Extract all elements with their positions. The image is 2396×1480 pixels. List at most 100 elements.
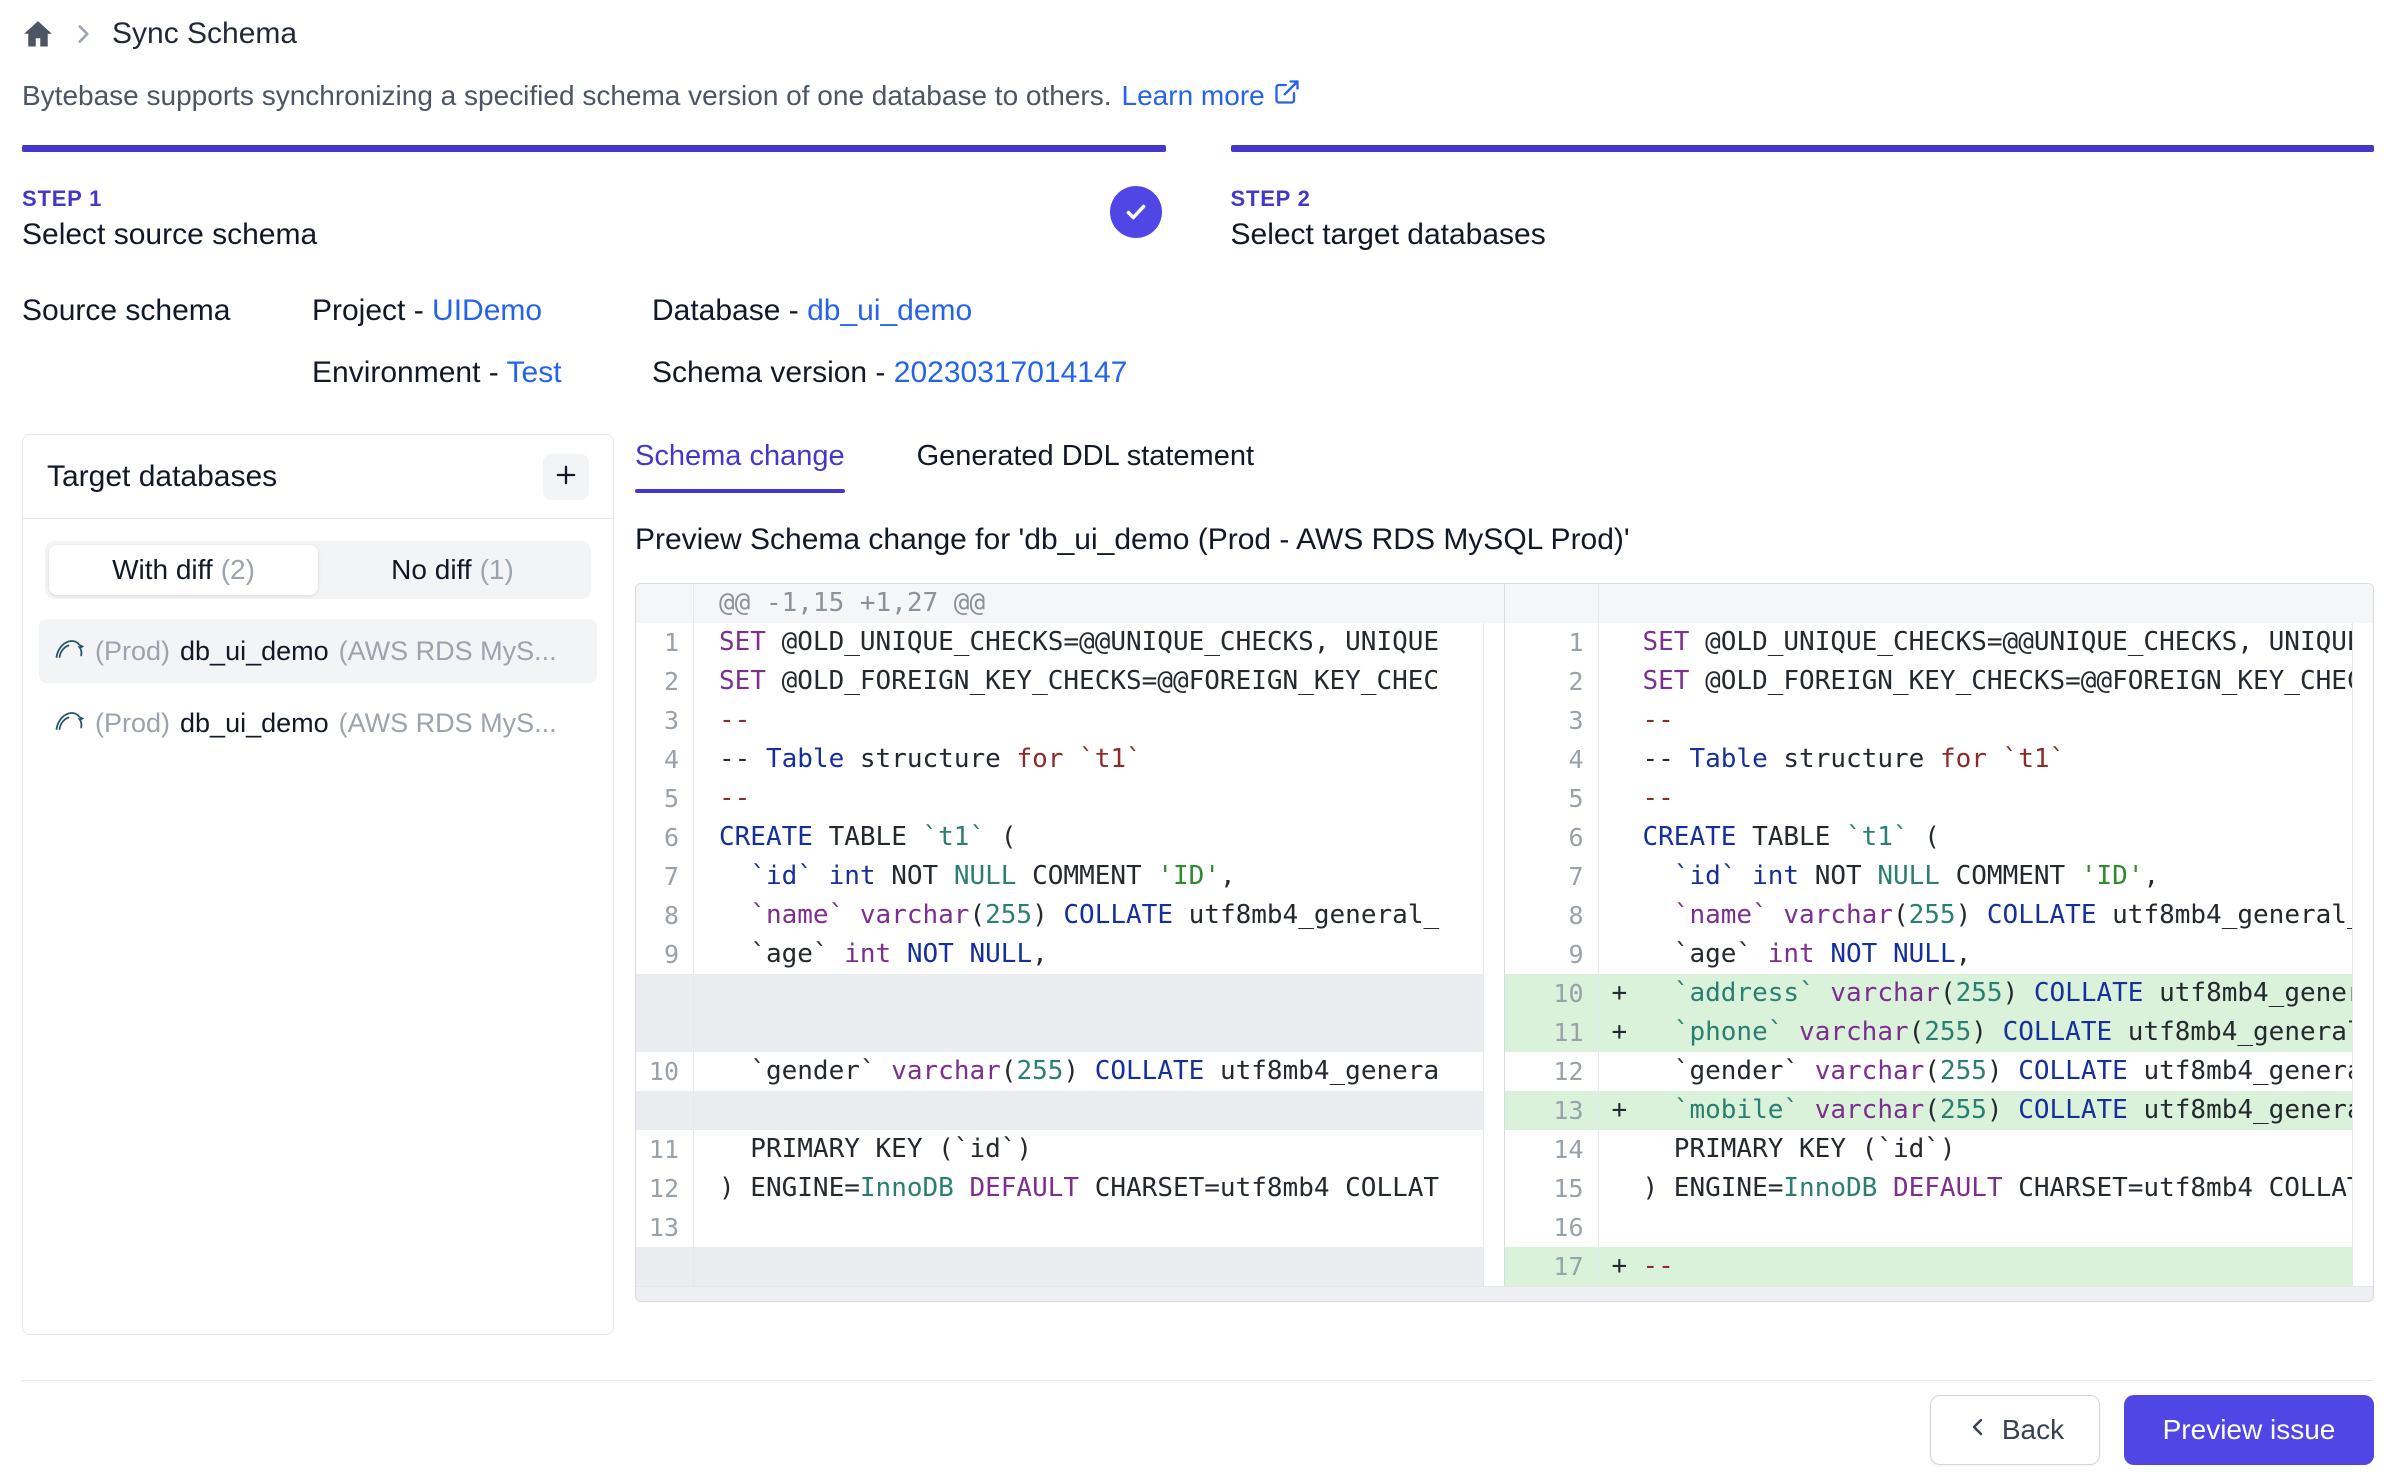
target-database-list: (Prod) db_ui_demo (AWS RDS MyS... (Prod)… — [39, 619, 597, 755]
diff-marker — [694, 1247, 719, 1286]
target-databases-panel: Target databases With diff (2) No diff (… — [22, 434, 614, 1335]
diff-row: 16 — [1505, 1208, 2374, 1247]
diff-row: 7 `id` int NOT NULL COMMENT 'ID', — [636, 857, 1504, 896]
source-schema-link[interactable]: UIDemo — [432, 294, 542, 327]
line-number: 8 — [1505, 896, 1599, 935]
db-instance: (AWS RDS MyS... — [339, 636, 557, 667]
diff-marker — [1599, 1208, 1643, 1247]
back-button[interactable]: Back — [1930, 1395, 2100, 1465]
target-database-item[interactable]: (Prod) db_ui_demo (AWS RDS MyS... — [39, 691, 597, 755]
diff-filler-row — [636, 1247, 1504, 1286]
diff-row: 10 `gender` varchar(255) COLLATE utf8mb4… — [636, 1052, 1504, 1091]
line-number — [636, 974, 694, 1013]
code-line: SET @OLD_FOREIGN_KEY_CHECKS=@@FOREIGN_KE… — [1643, 662, 2374, 701]
line-number: 7 — [636, 857, 694, 896]
diff-marker — [1599, 740, 1643, 779]
line-number: 13 — [1505, 1091, 1599, 1130]
source-schema-link[interactable]: db_ui_demo — [807, 294, 972, 327]
diff-marker — [1599, 662, 1643, 701]
code-line: PRIMARY KEY (`id`) — [1643, 1130, 2374, 1169]
diff-added-row: 17+-- — [1505, 1247, 2374, 1286]
code-line: -- Table structure for `t1` — [1643, 740, 2374, 779]
code-line: @@ -1,15 +1,27 @@ — [719, 584, 1504, 623]
diff-marker — [1599, 623, 1643, 662]
diff-row: 1SET @OLD_UNIQUE_CHECKS=@@UNIQUE_CHECKS,… — [636, 623, 1504, 662]
source-schema-field: Database - db_ui_demo — [652, 294, 2374, 328]
schema-view-tabs: Schema change Generated DDL statement — [635, 434, 2374, 493]
line-number: 10 — [1505, 974, 1599, 1013]
code-line: `id` int NOT NULL COMMENT 'ID', — [1643, 857, 2374, 896]
horizontal-scrollbar[interactable] — [636, 1286, 2373, 1301]
code-line: `gender` varchar(255) COLLATE utf8mb4_ge… — [1643, 1052, 2374, 1091]
preview-issue-button[interactable]: Preview issue — [2124, 1395, 2374, 1465]
diff-marker — [694, 1208, 719, 1247]
diff-marker — [694, 779, 719, 818]
db-name: db_ui_demo — [180, 708, 329, 739]
db-name: db_ui_demo — [180, 636, 329, 667]
plus-icon — [552, 461, 580, 492]
line-number: 3 — [1505, 701, 1599, 740]
tab-generated-ddl[interactable]: Generated DDL statement — [917, 434, 1254, 493]
code-line: `id` int NOT NULL COMMENT 'ID', — [719, 857, 1504, 896]
vertical-scrollbar[interactable] — [2352, 623, 2373, 1286]
preview-title: Preview Schema change for 'db_ui_demo (P… — [635, 523, 2374, 557]
code-line: -- — [1643, 701, 2374, 740]
mysql-icon — [53, 632, 85, 671]
code-line: `name` varchar(255) COLLATE utf8mb4_gene… — [719, 896, 1504, 935]
diff-row: 12) ENGINE=InnoDB DEFAULT CHARSET=utf8mb… — [636, 1169, 1504, 1208]
source-schema-field: Project - UIDemo — [312, 294, 652, 328]
line-number: 7 — [1505, 857, 1599, 896]
tab-no-diff[interactable]: No diff (1) — [318, 545, 587, 595]
line-number: 11 — [636, 1130, 694, 1169]
diff-added-row: 11+ `phone` varchar(255) COLLATE utf8mb4… — [1505, 1013, 2374, 1052]
line-number: 5 — [1505, 779, 1599, 818]
diff-row: 6CREATE TABLE `t1` ( — [636, 818, 1504, 857]
source-schema-link[interactable]: Test — [507, 356, 562, 389]
code-line: `phone` varchar(255) COLLATE utf8mb4_gen… — [1643, 1013, 2374, 1052]
code-line: SET @OLD_UNIQUE_CHECKS=@@UNIQUE_CHECKS, … — [719, 623, 1504, 662]
code-line — [1643, 584, 2374, 623]
code-line: `age` int NOT NULL, — [1643, 935, 2374, 974]
source-schema-field: Environment - Test — [312, 356, 652, 390]
target-databases-title: Target databases — [47, 460, 277, 494]
code-line: `name` varchar(255) COLLATE utf8mb4_gene… — [1643, 896, 2374, 935]
diff-marker — [694, 1130, 719, 1169]
diff-row: 2SET @OLD_FOREIGN_KEY_CHECKS=@@FOREIGN_K… — [636, 662, 1504, 701]
diff-row: 8 `name` varchar(255) COLLATE utf8mb4_ge… — [636, 896, 1504, 935]
code-line: ) ENGINE=InnoDB DEFAULT CHARSET=utf8mb4 … — [1643, 1169, 2374, 1208]
line-number: 9 — [1505, 935, 1599, 974]
line-number: 13 — [636, 1208, 694, 1247]
tab-with-diff[interactable]: With diff (2) — [49, 545, 318, 595]
code-line: `age` int NOT NULL, — [719, 935, 1504, 974]
code-line: -- — [1643, 1247, 2374, 1286]
code-line: SET @OLD_UNIQUE_CHECKS=@@UNIQUE_CHECKS, … — [1643, 623, 2374, 662]
diff-row: 15) ENGINE=InnoDB DEFAULT CHARSET=utf8mb… — [1505, 1169, 2374, 1208]
line-number: 1 — [1505, 623, 1599, 662]
line-number: 5 — [636, 779, 694, 818]
line-number: 16 — [1505, 1208, 1599, 1247]
line-number — [1505, 584, 1599, 623]
home-icon[interactable] — [22, 18, 54, 50]
diff-row: 11 PRIMARY KEY (`id`) — [636, 1130, 1504, 1169]
line-number: 14 — [1505, 1130, 1599, 1169]
line-number: 9 — [636, 935, 694, 974]
tab-schema-change[interactable]: Schema change — [635, 434, 845, 493]
source-schema-link[interactable]: 20230317014147 — [894, 356, 1128, 389]
target-database-item[interactable]: (Prod) db_ui_demo (AWS RDS MyS... — [39, 619, 597, 683]
source-schema-summary: Source schema Project - UIDemoDatabase -… — [0, 294, 2396, 390]
db-environment: (Prod) — [95, 708, 170, 739]
diff-marker — [1599, 584, 1643, 623]
diff-marker — [694, 857, 719, 896]
line-number: 4 — [636, 740, 694, 779]
line-number: 8 — [636, 896, 694, 935]
step-2-title: Select target databases — [1231, 218, 2375, 252]
code-line: CREATE TABLE `t1` ( — [1643, 818, 2374, 857]
vertical-scrollbar[interactable] — [1483, 623, 1504, 1286]
line-number — [636, 1247, 694, 1286]
learn-more-link[interactable]: Learn more — [1122, 78, 1301, 113]
add-database-button[interactable] — [543, 454, 589, 500]
diff-row: 12 `gender` varchar(255) COLLATE utf8mb4… — [1505, 1052, 2374, 1091]
line-number: 4 — [1505, 740, 1599, 779]
code-line: -- Table structure for `t1` — [719, 740, 1504, 779]
schema-diff-viewer: @@ -1,15 +1,27 @@1SET @OLD_UNIQUE_CHECKS… — [635, 583, 2374, 1302]
